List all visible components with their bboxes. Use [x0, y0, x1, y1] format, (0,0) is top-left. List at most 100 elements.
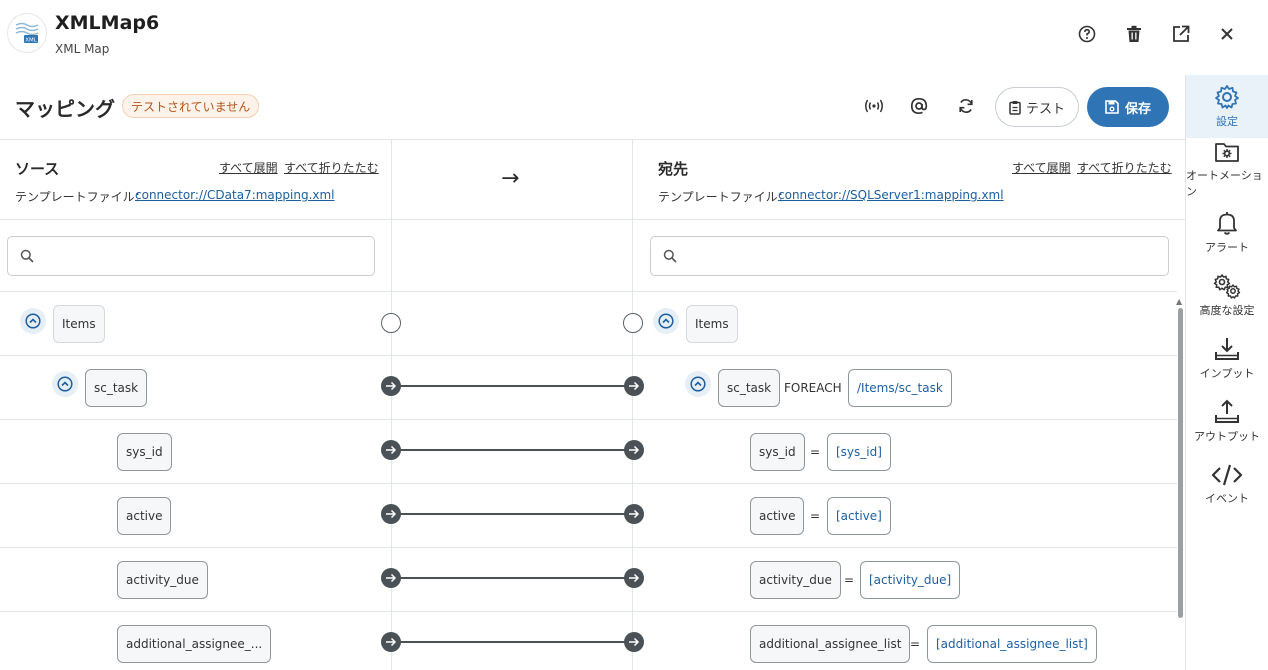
- divider: [0, 291, 1177, 292]
- collapse-dest-items-button[interactable]: [653, 308, 679, 334]
- destination-connector-active[interactable]: [624, 504, 644, 524]
- mapping-line: [391, 449, 634, 451]
- chevron-up-circle-icon: [25, 313, 41, 329]
- destination-expand-all-link[interactable]: すべて展開: [1012, 159, 1071, 176]
- source-node-additional-assignee[interactable]: additional_assignee_...: [117, 625, 272, 663]
- foreach-label: FOREACH: [784, 381, 842, 395]
- destination-search-input[interactable]: [650, 236, 1169, 276]
- destination-collapse-all-link[interactable]: すべて折りたたむ: [1077, 159, 1172, 176]
- sidebar-item-input[interactable]: インプット: [1186, 327, 1268, 390]
- close-button[interactable]: [1215, 22, 1239, 46]
- arrow-right-icon: [629, 509, 640, 519]
- destination-node-sys-id[interactable]: sys_id: [750, 433, 805, 471]
- collapse-items-button[interactable]: [20, 308, 46, 334]
- chevron-up-circle-icon: [658, 313, 674, 329]
- sidebar-item-automation[interactable]: オートメーション: [1186, 138, 1268, 201]
- source-connector-activity-due[interactable]: [381, 568, 401, 588]
- destination-value-activity-due[interactable]: [activity_due]: [860, 561, 961, 599]
- source-title: ソース: [15, 160, 60, 178]
- gears-icon: [1213, 274, 1241, 299]
- destination-value-sys-id[interactable]: [sys_id]: [827, 433, 891, 471]
- destination-template-label: テンプレートファイル：: [658, 190, 790, 204]
- upload-icon: [1215, 399, 1239, 423]
- xml-file-icon: XML: [15, 22, 39, 44]
- destination-node-sc-task[interactable]: sc_task: [718, 369, 781, 407]
- equals-sign: =: [910, 637, 921, 651]
- sidebar-item-label: イベント: [1205, 492, 1249, 505]
- save-button[interactable]: 保存: [1087, 87, 1169, 127]
- source-node-activity-due[interactable]: activity_due: [117, 561, 208, 599]
- divider: [0, 547, 1177, 548]
- destination-connector-activity-due[interactable]: [624, 568, 644, 588]
- at-icon: [910, 97, 928, 115]
- search-icon: [663, 249, 677, 263]
- arrow-right-icon: [629, 445, 640, 455]
- scrollbar-thumb[interactable]: [1178, 308, 1183, 618]
- source-node-active[interactable]: active: [117, 497, 172, 535]
- destination-connector-additional-assignee[interactable]: [624, 632, 644, 652]
- column-divider: [391, 139, 392, 670]
- open-external-button[interactable]: [1169, 22, 1193, 46]
- equals-sign: =: [844, 573, 855, 587]
- source-connector-sys-id[interactable]: [381, 440, 401, 460]
- destination-title: 宛先: [658, 160, 689, 178]
- app-subtitle: XML Map: [55, 42, 110, 56]
- chevron-up-circle-icon: [690, 376, 706, 392]
- source-template-link[interactable]: connector://CData7:mapping.xml: [135, 188, 335, 202]
- help-button[interactable]: [1075, 22, 1099, 46]
- sidebar-item-label: オートメーション: [1186, 169, 1263, 198]
- source-node-sc-task[interactable]: sc_task: [85, 369, 148, 407]
- clipboard-icon: [1009, 100, 1021, 115]
- sidebar-item-advanced-settings[interactable]: 高度な設定: [1186, 264, 1268, 327]
- delete-button[interactable]: [1122, 22, 1146, 46]
- source-node-sys-id[interactable]: sys_id: [117, 433, 172, 471]
- destination-template-link[interactable]: connector://SQLServer1:mapping.xml: [778, 188, 1004, 202]
- app-title: XMLMap6: [55, 12, 160, 34]
- arrow-right-icon: [386, 637, 397, 647]
- destination-value-additional-assignee[interactable]: [additional_assignee_list]: [927, 625, 1097, 663]
- destination-node-active[interactable]: active: [750, 497, 805, 535]
- source-connector-sc-task[interactable]: [381, 376, 401, 396]
- page-title: マッピング: [15, 97, 115, 121]
- collapse-dest-sc-task-button[interactable]: [685, 371, 711, 397]
- test-button[interactable]: テスト: [995, 87, 1079, 127]
- destination-node-additional-assignee[interactable]: additional_assignee_list: [750, 625, 911, 663]
- source-connector-items[interactable]: [381, 313, 401, 333]
- download-icon: [1215, 338, 1239, 360]
- code-icon: [1211, 464, 1243, 486]
- divider: [0, 355, 1177, 356]
- destination-connector-sys-id[interactable]: [624, 440, 644, 460]
- scroll-up-arrow[interactable]: ▲: [1176, 297, 1182, 306]
- source-connector-additional-assignee[interactable]: [381, 632, 401, 652]
- sidebar-item-alerts[interactable]: アラート: [1186, 201, 1268, 264]
- destination-connector-sc-task[interactable]: [624, 376, 644, 396]
- gear-icon: [1215, 85, 1239, 109]
- at-button[interactable]: [907, 94, 931, 118]
- chevron-up-circle-icon: [57, 376, 73, 392]
- destination-node-activity-due[interactable]: activity_due: [750, 561, 841, 599]
- source-expand-all-link[interactable]: すべて展開: [219, 159, 278, 176]
- equals-sign: =: [810, 509, 821, 523]
- broadcast-button[interactable]: [862, 94, 886, 118]
- arrow-right-icon: [629, 573, 640, 583]
- sidebar-item-events[interactable]: イベント: [1186, 453, 1268, 516]
- source-search-input[interactable]: [7, 236, 375, 276]
- sidebar-item-output[interactable]: アウトプット: [1186, 390, 1268, 453]
- source-node-items[interactable]: Items: [53, 305, 105, 343]
- destination-node-items[interactable]: Items: [686, 305, 738, 343]
- collapse-sc-task-button[interactable]: [52, 371, 78, 397]
- destination-value-sc-task[interactable]: /Items/sc_task: [848, 369, 952, 407]
- mapping-direction-arrow: →: [501, 166, 520, 191]
- destination-value-active[interactable]: [active]: [827, 497, 891, 535]
- destination-connector-items[interactable]: [623, 313, 643, 333]
- folder-gear-icon: [1215, 143, 1239, 162]
- refresh-button[interactable]: [954, 94, 978, 118]
- sidebar-item-settings[interactable]: 設定: [1186, 75, 1268, 138]
- mapping-line: [391, 577, 634, 579]
- equals-sign: =: [810, 445, 821, 459]
- source-connector-active[interactable]: [381, 504, 401, 524]
- divider: [0, 419, 1177, 420]
- arrow-right-icon: [629, 381, 640, 391]
- source-collapse-all-link[interactable]: すべて折りたたむ: [284, 159, 379, 176]
- divider: [0, 139, 1185, 140]
